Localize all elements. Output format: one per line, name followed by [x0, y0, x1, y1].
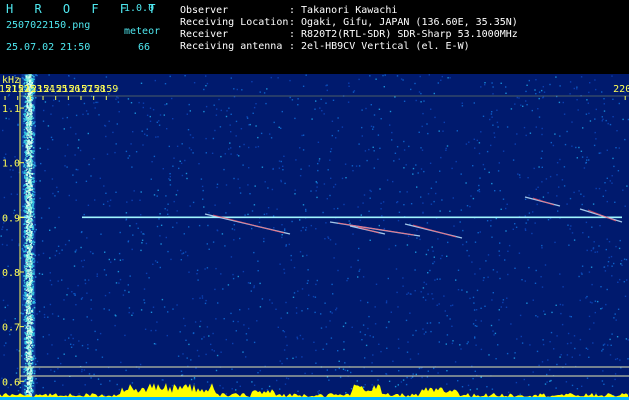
- info-value-location: : Ogaki, Gifu, JAPAN (136.60E, 35.35N): [289, 17, 518, 28]
- info-label-antenna: Receiving antenna: [180, 41, 283, 52]
- spectrogram: 2151215221532154215521562157215821592200…: [0, 74, 629, 400]
- timestamp: 25.07.02 21:50: [6, 42, 91, 53]
- y-tick-label: 0.7: [2, 323, 20, 334]
- y-tick-label: 0.9: [2, 213, 20, 224]
- info-label-observer: Observer: [180, 5, 229, 16]
- info-label-receiver: Receiver: [180, 29, 229, 40]
- filename: 2507022150.png: [6, 20, 91, 31]
- y-axis-label: kHz: [2, 75, 21, 86]
- info-value-receiver: : R820T2(RTL-SDR) SDR-Sharp 53.1000MHz: [289, 29, 518, 40]
- meteor-count: 66: [138, 42, 151, 53]
- y-tick-label: 0.8: [2, 268, 20, 279]
- y-tick-label: 1.0: [2, 159, 20, 170]
- y-tick-label: 0.6: [2, 377, 20, 388]
- noise-band-layer: [21, 74, 37, 400]
- y-tick-label: 1.1: [2, 104, 20, 115]
- app-version: 1.0.0: [124, 3, 155, 14]
- info-value-antenna: : 2el-HB9CV Vertical (el. E-W): [289, 41, 470, 52]
- info-value-observer: : Takanori Kawachi: [289, 5, 398, 16]
- plot-background: [0, 74, 629, 400]
- info-label-location: Receiving Location: [180, 17, 289, 28]
- header: H R O F F T 1.0.0 2507022150.png meteor …: [0, 0, 629, 74]
- mode-label: meteor: [124, 26, 161, 37]
- x-tick-label: 2200: [613, 84, 629, 95]
- x-tick-label: 2159: [94, 84, 118, 95]
